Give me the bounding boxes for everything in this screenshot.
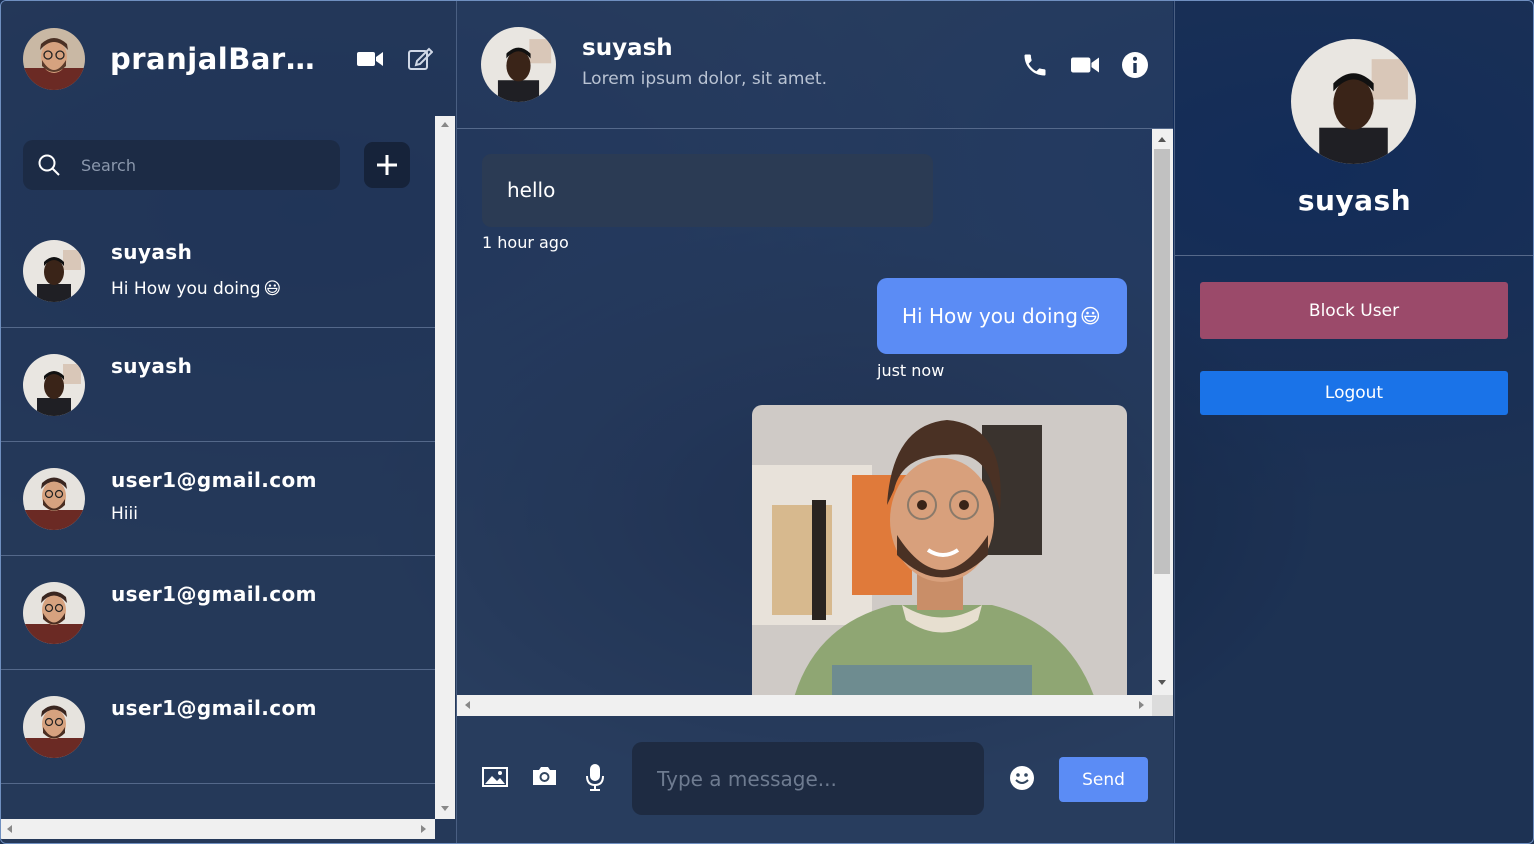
contact-avatar (23, 696, 85, 758)
send-button[interactable]: Send (1059, 757, 1148, 802)
image-icon[interactable] (482, 767, 508, 791)
chat-horizontal-scrollbar[interactable] (457, 695, 1152, 716)
chat-panel: suyash Lorem ipsum dolor, sit amet. hell… (457, 1, 1173, 843)
phone-icon[interactable] (1021, 51, 1049, 79)
conversation-name: suyash (111, 354, 193, 378)
message-time: just now (877, 361, 945, 380)
chat-contact-avatar[interactable] (481, 27, 556, 102)
search-icon (37, 153, 61, 177)
conversation-item[interactable]: user1@gmail.com (1, 556, 435, 670)
sidebar-horizontal-scrollbar[interactable] (1, 819, 435, 839)
scroll-down-icon[interactable] (1158, 680, 1166, 685)
search-bar (23, 140, 340, 190)
scroll-left-icon[interactable] (7, 825, 12, 833)
info-icon[interactable] (1121, 51, 1149, 79)
contact-avatar (23, 354, 85, 416)
chat-actions (1021, 51, 1149, 79)
chat-contact-status: Lorem ipsum dolor, sit amet. (582, 69, 827, 89)
scroll-thumb[interactable] (1154, 149, 1170, 574)
outgoing-message: Hi How you doing 😃 (877, 278, 1127, 354)
conversation-preview: Hiii (111, 504, 138, 524)
conversation-item[interactable]: user1@gmail.com (1, 670, 435, 784)
chat-header: suyash Lorem ipsum dolor, sit amet. (457, 1, 1173, 129)
scroll-up-icon[interactable] (441, 122, 449, 127)
conversation-preview: Hi How you doing 😃 (111, 279, 282, 299)
contact-avatar (23, 240, 85, 302)
current-user-name: pranjalBarnwal (110, 42, 335, 76)
chat-contact-name: suyash (582, 35, 673, 61)
scroll-right-icon[interactable] (1139, 701, 1144, 709)
camera-icon[interactable] (531, 765, 558, 791)
sidebar: pranjalBarnwal suyash (1, 1, 457, 843)
message-input[interactable] (632, 742, 984, 815)
message-list: hello 1 hour ago Hi How you doing 😃 just … (457, 129, 1152, 695)
edit-icon[interactable] (407, 46, 433, 72)
grinning-emoji-icon: 😃 (1079, 304, 1101, 328)
contact-avatar (23, 468, 85, 530)
sidebar-vertical-scrollbar[interactable] (435, 116, 455, 819)
message-text: hello (507, 178, 556, 202)
add-conversation-button[interactable] (364, 142, 410, 188)
conversation-name: user1@gmail.com (111, 468, 317, 492)
incoming-message: hello (482, 154, 933, 227)
contact-profile-name: suyash (1297, 184, 1412, 217)
video-icon[interactable] (1071, 55, 1099, 75)
mic-icon[interactable] (585, 763, 605, 795)
conversation-name: user1@gmail.com (111, 582, 317, 606)
message-text: Hi How you doing (902, 304, 1078, 328)
emoji-icon[interactable] (1009, 765, 1035, 795)
chat-vertical-scrollbar[interactable] (1152, 129, 1173, 695)
search-input[interactable] (79, 154, 313, 176)
contact-avatar (23, 582, 85, 644)
video-icon[interactable] (357, 50, 383, 68)
contact-profile-avatar (1291, 39, 1416, 164)
image-message[interactable] (752, 405, 1127, 695)
current-user-avatar[interactable] (23, 28, 85, 90)
contact-details-panel: suyash Block User Logout (1174, 1, 1533, 843)
block-user-button[interactable]: Block User (1200, 282, 1508, 339)
conversation-item[interactable]: user1@gmail.com Hiii (1, 442, 435, 556)
scroll-right-icon[interactable] (421, 825, 426, 833)
current-user-header: pranjalBarnwal (23, 27, 435, 91)
scroll-up-icon[interactable] (1158, 137, 1166, 142)
plus-icon (376, 154, 398, 176)
scrollbar-corner (1152, 695, 1173, 716)
conversation-item[interactable]: suyash (1, 328, 435, 442)
scroll-left-icon[interactable] (465, 701, 470, 709)
message-time: 1 hour ago (482, 233, 569, 252)
app-window: pranjalBarnwal suyash (0, 0, 1534, 844)
conversation-name: suyash (111, 240, 193, 264)
message-composer: Send (457, 717, 1173, 843)
scroll-down-icon[interactable] (441, 806, 449, 811)
conversation-list: suyash Hi How you doing 😃 suyash user1@gm… (1, 214, 435, 784)
grinning-emoji-icon: 😃 (263, 279, 282, 299)
logout-button[interactable]: Logout (1200, 371, 1508, 415)
conversation-name: user1@gmail.com (111, 696, 317, 720)
conversation-item[interactable]: suyash Hi How you doing 😃 (1, 214, 435, 328)
contact-profile: suyash (1175, 1, 1533, 256)
